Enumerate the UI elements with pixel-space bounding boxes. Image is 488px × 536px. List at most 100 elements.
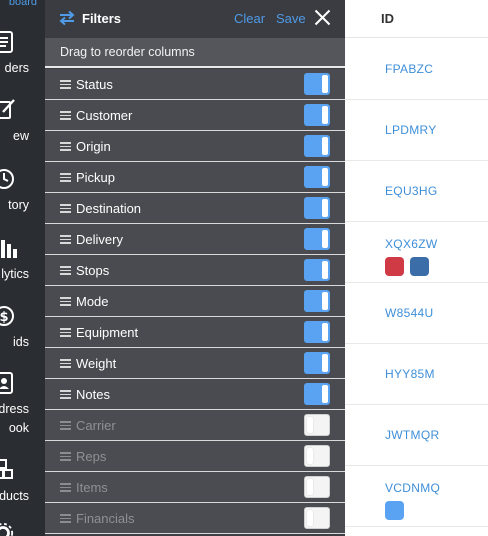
drag-handle-icon[interactable] [60, 111, 71, 120]
table-row[interactable]: LPDMRY [345, 100, 488, 161]
column-toggle[interactable] [304, 290, 330, 312]
column-row[interactable]: Mode [45, 286, 345, 317]
drag-handle-icon[interactable] [60, 80, 71, 89]
nav-item-orders[interactable]: ders [0, 30, 45, 78]
filters-header: Filters Clear Save [45, 0, 345, 38]
column-row[interactable]: Notes [45, 379, 345, 410]
column-toggle[interactable] [304, 476, 330, 498]
column-row[interactable]: Items [45, 472, 345, 503]
column-row[interactable]: Reps [45, 441, 345, 472]
id-column: ID FPABZC LPDMRY EQU3HG XQX6ZW W8544U HYY85M J… [345, 0, 488, 536]
column-row[interactable]: Financials [45, 503, 345, 534]
drag-handle-icon[interactable] [60, 204, 71, 213]
column-toggle[interactable] [304, 414, 330, 436]
drag-handle-icon[interactable] [60, 266, 71, 275]
left-nav: board ders ew tory lytics $ ids dress oo… [0, 0, 45, 536]
drag-handle-icon[interactable] [60, 514, 71, 523]
close-icon[interactable] [314, 9, 331, 26]
products-icon [0, 459, 13, 479]
table-row[interactable]: W8544U [345, 283, 488, 344]
status-tag [410, 257, 429, 276]
drag-handle-icon[interactable] [60, 390, 71, 399]
column-toggle[interactable] [304, 197, 330, 219]
nav-label: ew [13, 129, 29, 143]
reorder-hint: Drag to reorder columns [45, 38, 345, 68]
order-id-link[interactable]: JWTMQR [385, 428, 439, 442]
drag-handle-icon[interactable] [60, 452, 71, 461]
column-row[interactable]: Stops [45, 255, 345, 286]
nav-item-address-book[interactable]: dress ook [0, 371, 45, 439]
order-id-link[interactable]: FPABZC [385, 62, 433, 76]
drag-handle-icon[interactable] [60, 173, 71, 182]
nav-label: dress [0, 402, 29, 416]
column-row[interactable]: Origin [45, 131, 345, 162]
column-toggle[interactable] [304, 383, 330, 405]
filters-title: Filters [82, 11, 122, 26]
column-toggle[interactable] [304, 507, 330, 529]
analytics-icon [1, 240, 17, 258]
status-tag [385, 257, 404, 276]
column-toggle[interactable] [304, 104, 330, 126]
column-row[interactable]: Pickup [45, 162, 345, 193]
column-toggle[interactable] [304, 228, 330, 250]
order-id-link[interactable]: LPDMRY [385, 123, 437, 137]
nav-label: ducts [0, 489, 29, 503]
column-row[interactable]: Delivery [45, 224, 345, 255]
column-row[interactable]: Status [45, 69, 345, 100]
drag-handle-icon[interactable] [60, 421, 71, 430]
column-toggle[interactable] [304, 135, 330, 157]
order-id-link[interactable]: W8544U [385, 306, 434, 320]
column-toggle[interactable] [304, 321, 330, 343]
table-row[interactable]: EQU3HG [345, 161, 488, 222]
table-row[interactable]: JWTMQR [345, 405, 488, 466]
column-label: Origin [76, 139, 111, 154]
nav-item-bids[interactable]: $ ids [0, 304, 45, 352]
id-header-label: ID [381, 11, 394, 26]
column-toggle[interactable] [304, 166, 330, 188]
column-toggle[interactable] [304, 73, 330, 95]
table-row[interactable]: VCDNMQ [345, 466, 488, 527]
column-label: Delivery [76, 232, 123, 247]
order-id-link[interactable]: HYY85M [385, 367, 435, 381]
drag-handle-icon[interactable] [60, 483, 71, 492]
nav-item-products[interactable]: ducts [0, 458, 45, 506]
edit-icon [0, 99, 15, 119]
drag-handle-icon[interactable] [60, 235, 71, 244]
table-row[interactable]: FPABZC [345, 39, 488, 100]
column-label: Items [76, 480, 108, 495]
order-id-link[interactable]: EQU3HG [385, 184, 437, 198]
column-row[interactable]: Weight [45, 348, 345, 379]
drag-handle-icon[interactable] [60, 359, 71, 368]
column-label: Equipment [76, 325, 139, 340]
column-row[interactable]: Destination [45, 193, 345, 224]
column-label: Reps [76, 449, 107, 464]
drag-handle-icon[interactable] [60, 142, 71, 151]
column-row[interactable]: Carrier [45, 410, 345, 441]
table-row[interactable]: HYY85M [345, 344, 488, 405]
order-id-link[interactable]: VCDNMQ [385, 481, 440, 495]
column-label: Mode [76, 294, 109, 309]
nav-label: ders [4, 61, 29, 75]
column-toggle[interactable] [304, 352, 330, 374]
column-toggle[interactable] [304, 259, 330, 281]
column-row[interactable]: Customer [45, 100, 345, 131]
drag-handle-icon[interactable] [60, 297, 71, 306]
table-row[interactable]: XQX6ZW [345, 222, 488, 283]
svg-text:$: $ [0, 310, 9, 325]
nav-label: lytics [1, 267, 29, 281]
nav-item-new[interactable]: ew [0, 98, 45, 146]
column-row[interactable]: Equipment [45, 317, 345, 348]
column-label: Destination [76, 201, 142, 216]
column-toggle[interactable] [304, 445, 330, 467]
id-column-header[interactable]: ID [345, 0, 488, 38]
drag-handle-icon[interactable] [60, 328, 71, 337]
save-button[interactable]: Save [276, 11, 306, 26]
nav-label: ids [13, 335, 29, 349]
order-id-link[interactable]: XQX6ZW [385, 237, 437, 251]
nav-item-analytics[interactable]: lytics [0, 236, 45, 284]
nav-item-history[interactable]: tory [0, 167, 45, 215]
clear-button[interactable]: Clear [234, 11, 265, 26]
status-tag [385, 501, 404, 520]
nav-top-label[interactable]: board [0, 0, 45, 8]
settings-icon[interactable] [0, 522, 14, 536]
